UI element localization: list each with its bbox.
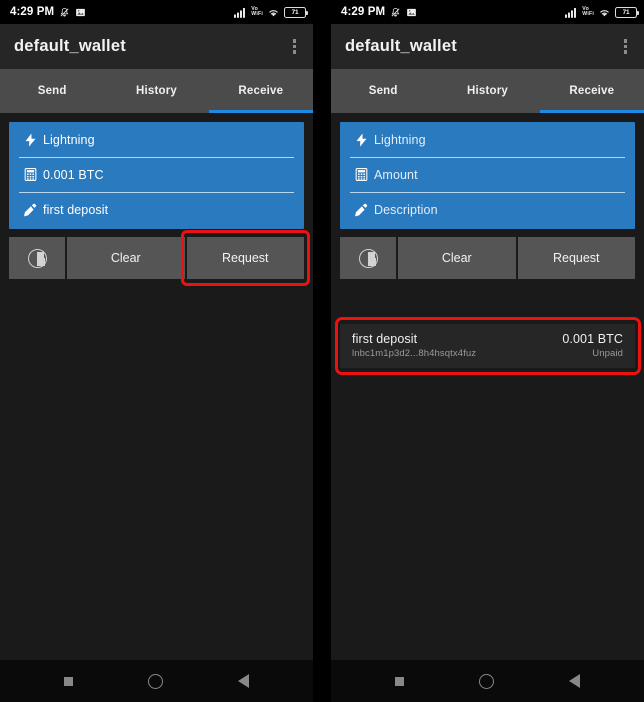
android-nav-bar-left xyxy=(0,660,313,702)
tab-send[interactable]: Send xyxy=(331,69,435,113)
tab-send[interactable]: Send xyxy=(0,69,104,113)
status-bar-right-group: Vo WiFi 71 xyxy=(234,5,309,18)
request-button-right[interactable]: Request xyxy=(517,237,635,279)
left-phone-screen: 4:29 PM Vo WiFi 71 default_wallet Send H… xyxy=(0,0,314,702)
photo-icon xyxy=(406,7,417,18)
status-bar-clock-2: 4:29 PM xyxy=(341,6,386,18)
invoice-left-group: first deposit lnbc1m1p3d2...8h4hsqtx4fuz xyxy=(352,332,476,359)
amount-value-right: Amount xyxy=(374,167,418,182)
receive-form-right: Lightning Amount Description xyxy=(340,122,635,229)
tab-receive[interactable]: Receive xyxy=(208,69,314,113)
invoice-list: first deposit lnbc1m1p3d2...8h4hsqtx4fuz… xyxy=(335,317,641,375)
volte-wifi-icon: Vo WiFi xyxy=(582,5,594,17)
triangle-back-icon[interactable] xyxy=(569,674,581,688)
signal-bars-icon xyxy=(234,7,247,18)
photo-icon xyxy=(75,7,86,18)
description-field-left[interactable]: first deposit xyxy=(9,192,304,227)
status-bar-left-group: 4:29 PM xyxy=(10,6,86,18)
invoice-right-group: 0.001 BTC Unpaid xyxy=(562,332,623,359)
action-button-row-right: Clear Request xyxy=(340,237,635,279)
calculator-icon xyxy=(17,167,43,182)
expiry-clock-button-left[interactable] xyxy=(9,237,65,279)
tab-receive[interactable]: Receive xyxy=(539,69,644,113)
status-bar-left: 4:29 PM Vo WiFi 71 xyxy=(0,0,313,24)
tab-bar-left: Send History Receive xyxy=(0,69,314,113)
circle-home-icon[interactable] xyxy=(147,673,163,689)
payment-type-field-right[interactable]: Lightning xyxy=(340,122,635,157)
right-content-area: Lightning Amount Description Clear Reque… xyxy=(331,113,644,660)
invoice-address: lnbc1m1p3d2...8h4hsqtx4fuz xyxy=(352,348,477,359)
payment-type-field-left[interactable]: Lightning xyxy=(9,122,304,157)
request-button-wrapper-left: Request xyxy=(180,230,310,286)
amount-field-right[interactable]: Amount xyxy=(340,157,635,192)
list-item[interactable]: first deposit lnbc1m1p3d2...8h4hsqtx4fuz… xyxy=(340,324,635,368)
status-badge: Unpaid xyxy=(592,348,623,359)
clear-button-left[interactable]: Clear xyxy=(67,237,185,279)
square-recents-icon[interactable] xyxy=(394,676,404,686)
payment-type-value-right: Lightning xyxy=(374,132,426,147)
wifi-icon xyxy=(598,7,611,18)
app-bar-left: default_wallet xyxy=(0,24,313,69)
status-bar-clock: 4:29 PM xyxy=(10,6,55,18)
tab-history[interactable]: History xyxy=(435,69,539,113)
invoice-amount: 0.001 BTC xyxy=(562,332,623,346)
pencil-icon xyxy=(17,202,43,218)
dual-screenshot-container: 4:29 PM Vo WiFi 71 default_wallet Send H… xyxy=(0,0,644,702)
receive-form-left: Lightning 0.001 BTC first deposit xyxy=(9,122,304,229)
description-field-right[interactable]: Description xyxy=(340,192,635,227)
clear-button-right[interactable]: Clear xyxy=(398,237,516,279)
pie-clock-icon xyxy=(358,248,378,268)
bell-muted-icon xyxy=(59,7,70,18)
tab-history[interactable]: History xyxy=(104,69,208,113)
bell-muted-icon xyxy=(390,7,401,18)
circle-home-icon[interactable] xyxy=(478,673,494,689)
right-phone-screen: 4:29 PM Vo WiFi 71 default_wallet Send H… xyxy=(331,0,644,702)
app-bar-right: default_wallet xyxy=(331,24,644,69)
pie-clock-icon xyxy=(27,248,47,268)
square-recents-icon[interactable] xyxy=(63,676,73,686)
screen-divider xyxy=(313,0,331,702)
battery-icon: 71 xyxy=(284,6,309,18)
overflow-menu-icon[interactable] xyxy=(621,34,630,59)
left-content-area: Lightning 0.001 BTC first deposit Clear … xyxy=(0,113,313,660)
status-bar-right-group-2: Vo WiFi 71 xyxy=(565,5,640,18)
lightning-icon xyxy=(17,131,43,149)
wifi-icon xyxy=(267,7,280,18)
amount-field-left[interactable]: 0.001 BTC xyxy=(9,157,304,192)
invoice-title: first deposit xyxy=(352,332,418,346)
description-value-right: Description xyxy=(374,202,438,217)
status-bar-right: 4:29 PM Vo WiFi 71 xyxy=(331,0,644,24)
status-bar-left-group-2: 4:29 PM xyxy=(341,6,417,18)
battery-icon: 71 xyxy=(615,6,640,18)
expiry-clock-button-right[interactable] xyxy=(340,237,396,279)
page-title: default_wallet xyxy=(14,37,126,55)
signal-bars-icon xyxy=(565,7,578,18)
triangle-back-icon[interactable] xyxy=(238,674,250,688)
amount-value-left: 0.001 BTC xyxy=(43,167,104,182)
request-button-left[interactable]: Request xyxy=(186,237,304,279)
overflow-menu-icon[interactable] xyxy=(290,34,299,59)
android-nav-bar-right xyxy=(331,660,644,702)
pencil-icon xyxy=(348,202,374,218)
action-button-row-left: Clear Request xyxy=(9,230,310,286)
volte-wifi-icon: Vo WiFi xyxy=(251,5,263,17)
page-title-2: default_wallet xyxy=(345,37,457,55)
tab-bar-right: Send History Receive xyxy=(331,69,644,113)
lightning-icon xyxy=(348,131,374,149)
description-value-left: first deposit xyxy=(43,202,109,217)
payment-type-value-left: Lightning xyxy=(43,132,95,147)
calculator-icon xyxy=(348,167,374,182)
